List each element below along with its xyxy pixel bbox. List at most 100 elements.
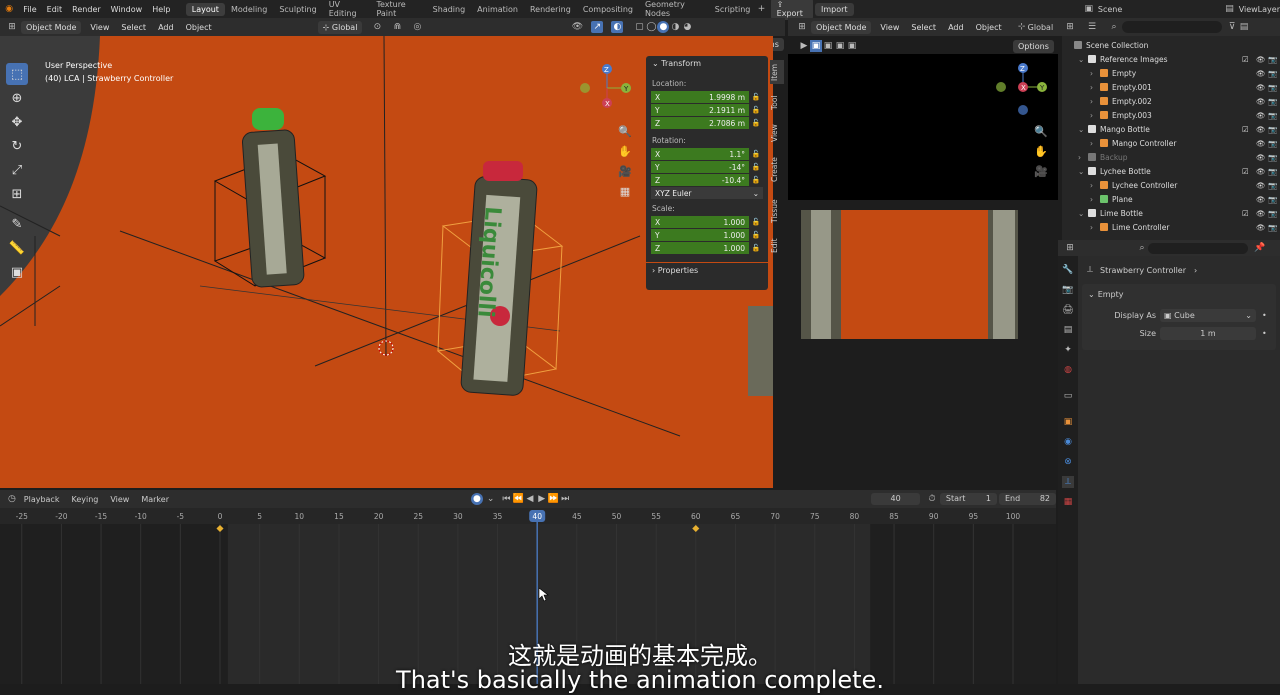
end-frame-field[interactable]: End 82 xyxy=(998,493,1057,505)
xray-icon[interactable]: ▢ xyxy=(633,21,645,33)
shading-rendered-icon[interactable]: ◕ xyxy=(681,21,693,33)
current-frame-field[interactable]: 40 xyxy=(871,493,921,505)
properties-search-input[interactable] xyxy=(1148,242,1248,254)
menu-edit[interactable]: Edit xyxy=(42,5,68,14)
outliner-object-row[interactable]: › Empty.003 👁 📷 xyxy=(1062,108,1280,122)
sidebar-tab-edit[interactable]: Edit xyxy=(770,236,784,256)
tl-menu-view[interactable]: View xyxy=(104,495,135,504)
expand-arrow-icon[interactable]: › xyxy=(1090,83,1100,92)
tab-animation[interactable]: Animation xyxy=(471,3,524,16)
collection-props-icon[interactable]: ▭ xyxy=(1062,390,1074,402)
cam-nav-gizmo[interactable]: Z Y X xyxy=(996,60,1056,120)
eye-icon[interactable]: 👁 xyxy=(1256,69,1268,78)
empty-section-header[interactable]: ⌄ Empty xyxy=(1082,288,1276,301)
mode-dropdown[interactable]: Object Mode xyxy=(21,20,82,34)
keyframe-dot-icon[interactable]: • xyxy=(1262,329,1267,338)
tl-menu-playback[interactable]: Playback xyxy=(18,495,66,504)
object-props-icon[interactable]: ▣ xyxy=(1062,416,1074,428)
add-workspace-icon[interactable]: + xyxy=(756,3,766,15)
orientation-dropdown[interactable]: ⊹ Global xyxy=(317,20,363,34)
cam-menu-object[interactable]: Object xyxy=(970,23,1008,32)
lock-icon[interactable]: 🔓 xyxy=(749,218,763,226)
checkbox-icon[interactable]: ☑ xyxy=(1242,209,1252,218)
outliner-object-row[interactable]: › Lime Controller 👁 📷 xyxy=(1062,220,1280,234)
zoom-icon[interactable]: 🔍 xyxy=(616,122,634,140)
tab-scripting[interactable]: Scripting xyxy=(709,3,757,16)
select-invert-icon[interactable]: ▣ xyxy=(846,40,858,52)
physics-props-icon[interactable]: ◉ xyxy=(1062,436,1074,448)
cam-orientation-dropdown[interactable]: Global xyxy=(1028,23,1054,32)
expand-arrow-icon[interactable]: ⌄ xyxy=(1078,125,1088,134)
sidebar-tab-item[interactable]: Item xyxy=(770,60,784,84)
tab-uv-editing[interactable]: UV Editing xyxy=(323,0,371,20)
properties-section-header[interactable]: › Properties xyxy=(646,262,768,278)
camera-render-icon[interactable]: 📷 xyxy=(1268,223,1280,232)
filter-icon[interactable]: ⊽ xyxy=(1226,21,1238,33)
measure-tool-icon[interactable]: 📏 xyxy=(6,237,28,259)
expand-arrow-icon[interactable]: ⌄ xyxy=(1078,209,1088,218)
texture-props-icon[interactable]: ▦ xyxy=(1062,496,1074,508)
eye-icon[interactable]: 👁 xyxy=(1256,139,1268,148)
eye-icon[interactable]: 👁 xyxy=(1256,181,1268,190)
jump-end-icon[interactable]: ⏭ xyxy=(559,493,571,505)
eye-icon[interactable]: 👁 xyxy=(1256,195,1268,204)
import-button[interactable]: Import xyxy=(815,2,854,16)
search-icon[interactable]: ⌕ xyxy=(1136,242,1148,254)
display-mode-icon[interactable]: ☰ xyxy=(1086,21,1098,33)
add-cube-tool-icon[interactable]: ▣ xyxy=(6,261,28,283)
auto-keying-icon[interactable]: ● xyxy=(470,493,483,505)
checkbox-icon[interactable]: ☑ xyxy=(1242,55,1252,64)
annotate-tool-icon[interactable]: ✎ xyxy=(6,213,28,235)
camera-render-icon[interactable]: 📷 xyxy=(1268,209,1280,218)
world-props-icon[interactable]: ◍ xyxy=(1062,364,1074,376)
camera-view-icon[interactable]: 🎥 xyxy=(616,162,634,180)
jump-keyframe-back-icon[interactable]: ⏪ xyxy=(512,493,524,505)
cam-menu-select[interactable]: Select xyxy=(905,23,942,32)
lock-icon[interactable]: 🔓 xyxy=(749,119,763,127)
view-layer-props-icon[interactable]: ▤ xyxy=(1062,324,1074,336)
proportional-edit-icon[interactable]: ◎ xyxy=(411,21,423,33)
eye-icon[interactable]: 👁 xyxy=(1256,97,1268,106)
vp-menu-select[interactable]: Select xyxy=(115,23,152,32)
rotation-z-field[interactable]: Z -10.4° xyxy=(651,174,749,186)
scene-props-icon[interactable]: ✦ xyxy=(1062,344,1074,356)
checkbox-icon[interactable]: ☑ xyxy=(1242,167,1252,176)
scale-tool-icon[interactable]: ⤢ xyxy=(6,159,28,181)
jump-keyframe-forward-icon[interactable]: ⏩ xyxy=(548,493,560,505)
tab-rendering[interactable]: Rendering xyxy=(524,3,577,16)
lock-icon[interactable]: 🔓 xyxy=(749,231,763,239)
sidebar-tab-tissue[interactable]: Tissue xyxy=(770,196,784,226)
render-props-icon[interactable]: 📷 xyxy=(1062,284,1074,296)
checkbox-icon[interactable]: ☑ xyxy=(1242,125,1252,134)
outliner-object-row[interactable]: › Lychee Controller 👁 📷 xyxy=(1062,178,1280,192)
tl-menu-keying[interactable]: Keying xyxy=(65,495,104,504)
camera-render-icon[interactable]: 📷 xyxy=(1268,97,1280,106)
snap-icon[interactable]: ⋒ xyxy=(391,21,403,33)
editor-type-icon[interactable]: ⊞ xyxy=(1064,242,1076,254)
expand-arrow-icon[interactable]: › xyxy=(1078,153,1088,162)
rotation-y-field[interactable]: Y -14° xyxy=(651,161,749,173)
eye-icon[interactable]: 👁 xyxy=(1256,153,1268,162)
location-y-field[interactable]: Y 2.1911 m xyxy=(651,104,749,116)
outliner-collection-row[interactable]: ⌄ Mango Bottle ☑ 👁 📷 xyxy=(1062,122,1280,136)
keying-set-icon[interactable]: ⌄ xyxy=(485,493,497,505)
zoom-icon[interactable]: 🔍 xyxy=(1032,122,1050,140)
tab-compositing[interactable]: Compositing xyxy=(577,3,639,16)
stopwatch-icon[interactable]: ⏱ xyxy=(926,493,938,505)
tab-modeling[interactable]: Modeling xyxy=(225,3,273,16)
output-props-icon[interactable]: 🖨 xyxy=(1062,304,1074,316)
expand-arrow-icon[interactable]: › xyxy=(1090,69,1100,78)
eye-icon[interactable]: 👁 xyxy=(1256,55,1268,64)
rotation-x-field[interactable]: X 1.1° xyxy=(651,148,749,160)
cam-options-button[interactable]: Options xyxy=(1013,40,1054,53)
pivot-icon[interactable]: ⊙ xyxy=(371,21,383,33)
rotation-mode-dropdown[interactable]: XYZ Euler ⌄ xyxy=(651,187,763,199)
editor-type-icon[interactable]: ⊞ xyxy=(6,21,18,33)
camera-render-icon[interactable]: 📷 xyxy=(1268,69,1280,78)
camera-render-icon[interactable]: 📷 xyxy=(1268,167,1280,176)
jump-start-icon[interactable]: ⏮ xyxy=(501,493,513,505)
pan-hand-icon[interactable]: ✋ xyxy=(1032,142,1050,160)
cam-menu-add[interactable]: Add xyxy=(942,23,970,32)
editor-type-icon[interactable]: ◷ xyxy=(6,493,18,505)
lock-icon[interactable]: 🔓 xyxy=(749,150,763,158)
